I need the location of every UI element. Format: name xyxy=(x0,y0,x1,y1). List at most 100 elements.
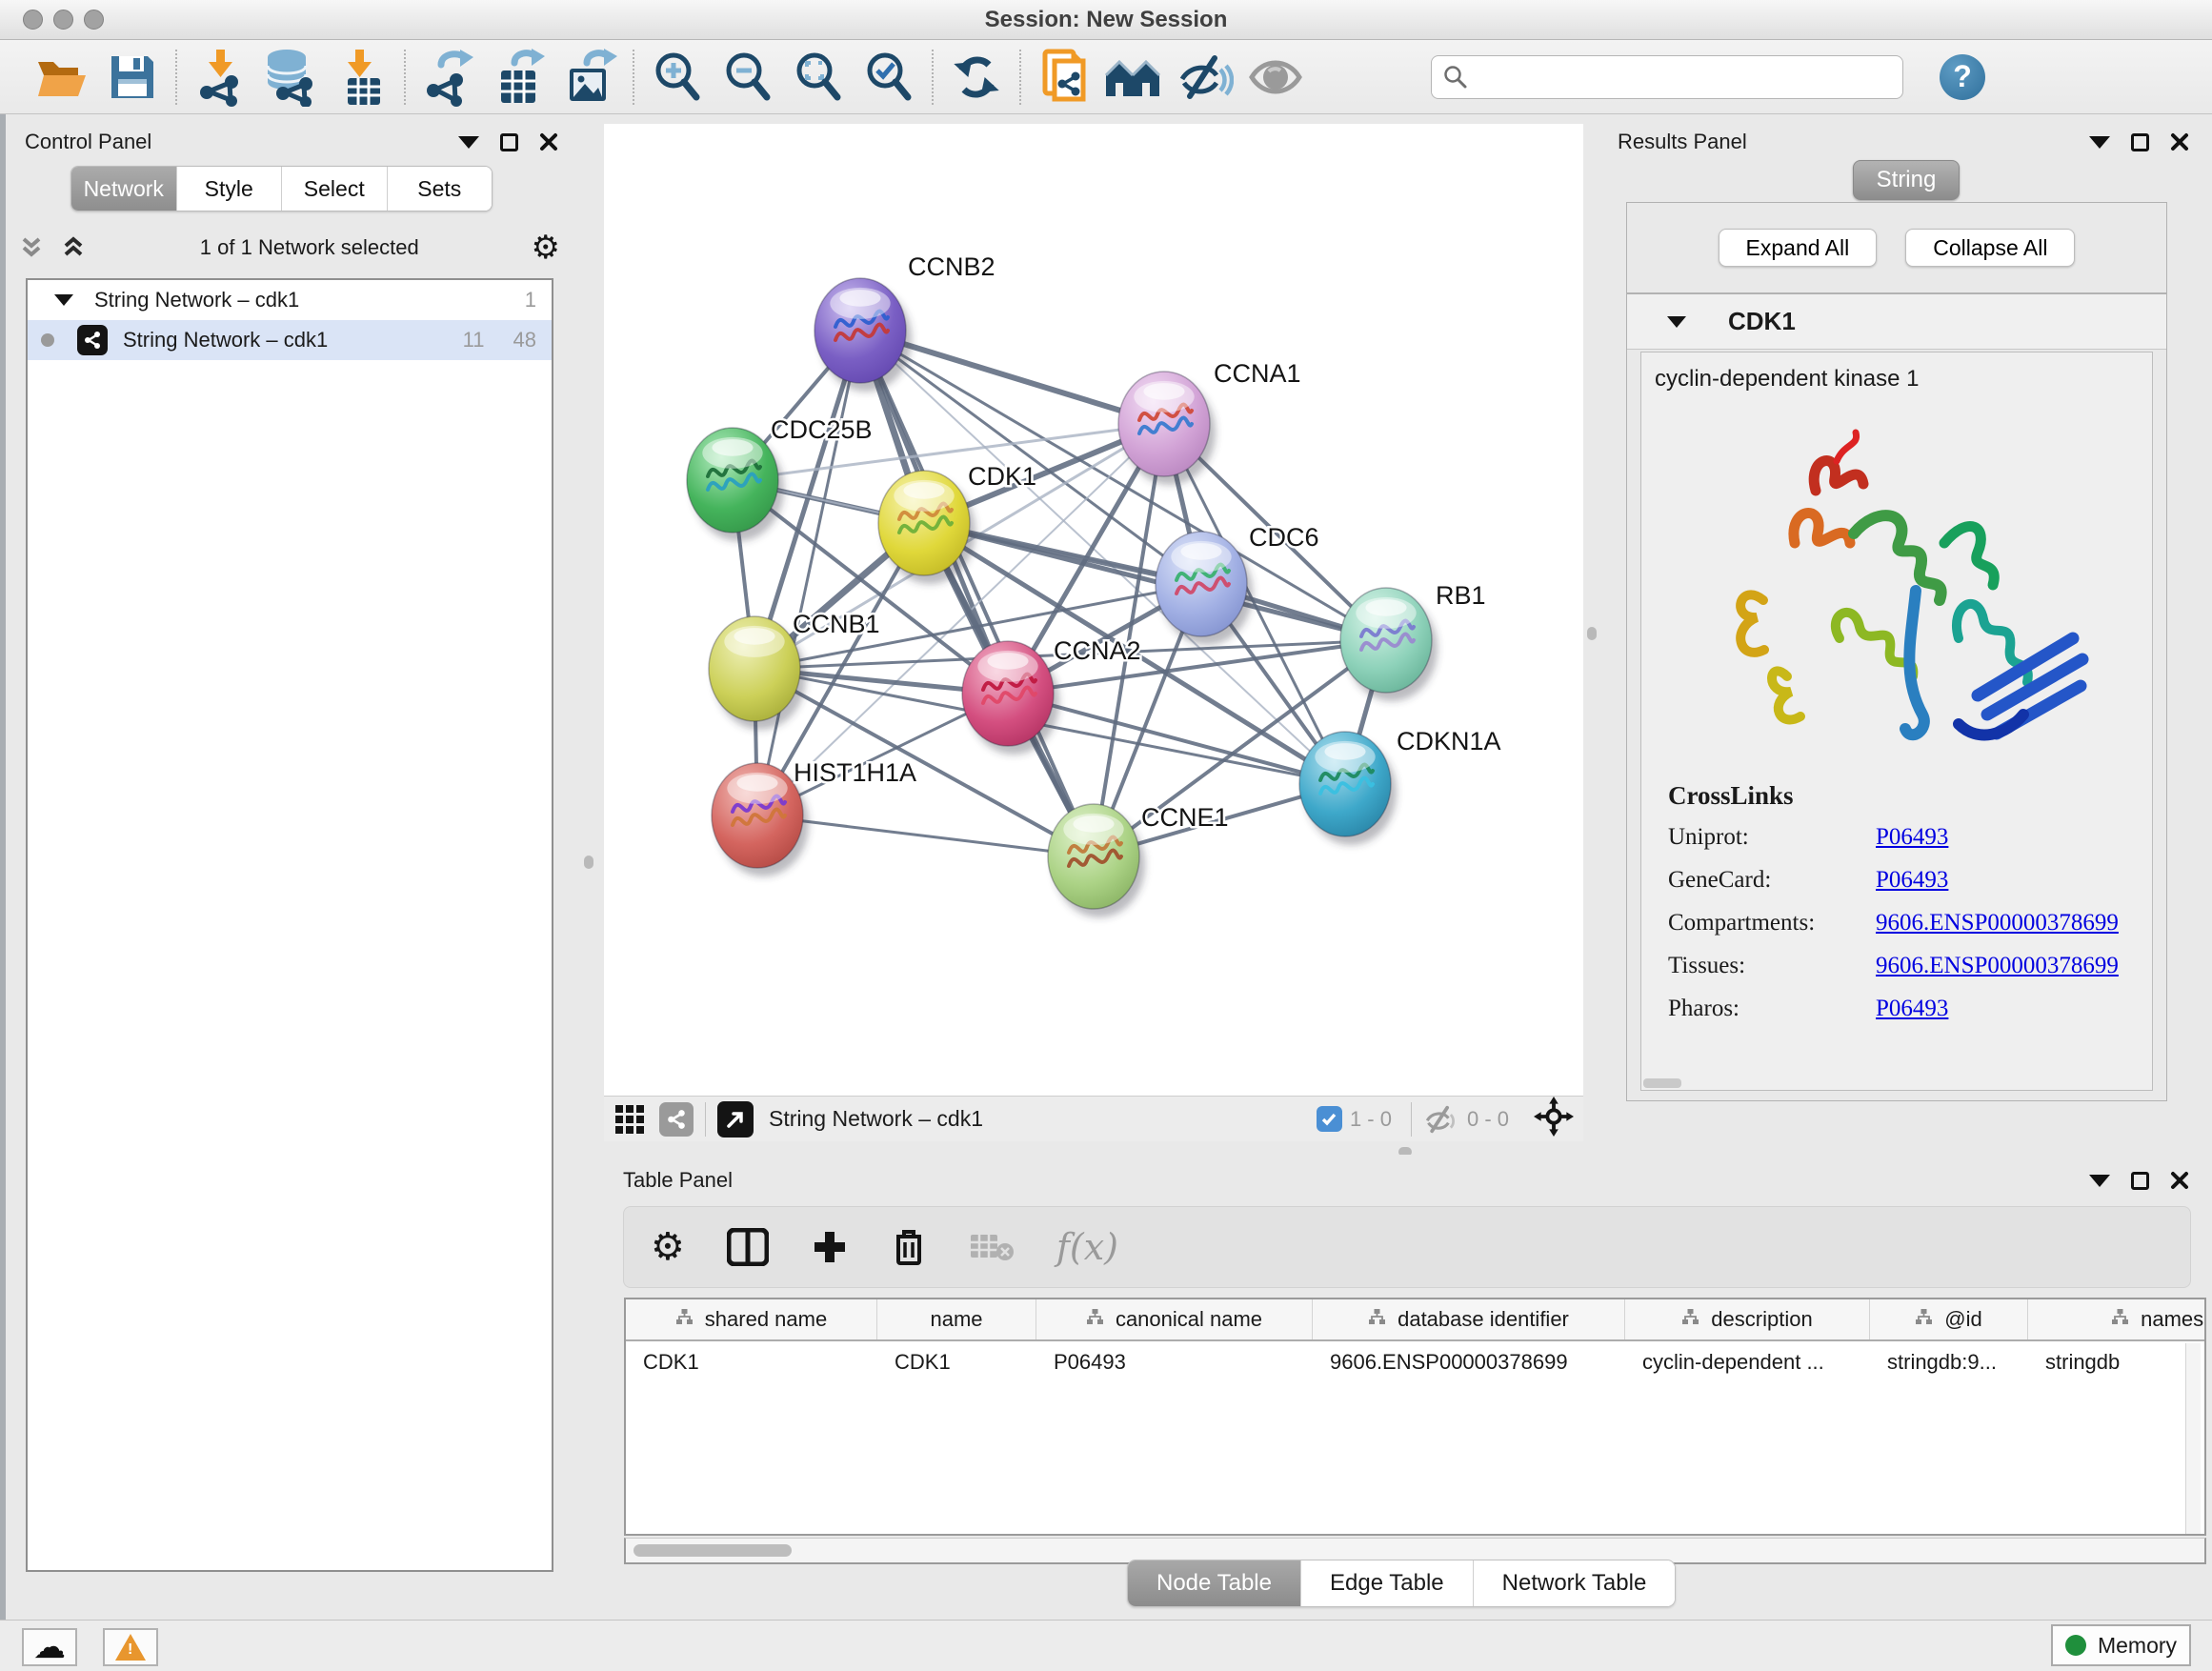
delete-column-button[interactable] xyxy=(891,1227,927,1267)
expand-all-icon[interactable] xyxy=(59,233,88,262)
table-cell[interactable]: CDK1 xyxy=(626,1341,877,1383)
import-network-database-button[interactable] xyxy=(255,47,326,108)
zoom-selected-button[interactable] xyxy=(854,47,924,108)
import-network-file-button[interactable] xyxy=(185,47,255,108)
collapse-all-icon[interactable] xyxy=(17,233,46,262)
tab-node-table[interactable]: Node Table xyxy=(1128,1560,1301,1606)
first-neighbors-button[interactable] xyxy=(1099,47,1170,108)
minimize-window-button[interactable] xyxy=(53,10,73,30)
zoom-in-button[interactable] xyxy=(642,47,713,108)
zoom-window-button[interactable] xyxy=(84,10,104,30)
toolbar-search[interactable] xyxy=(1431,55,1903,99)
column-header-description[interactable]: description xyxy=(1625,1299,1870,1339)
panel-close-icon[interactable] xyxy=(539,132,558,151)
column-header-database-identifier[interactable]: database identifier xyxy=(1313,1299,1625,1339)
panel-close-icon[interactable] xyxy=(2170,1171,2189,1190)
collection-expander-icon[interactable] xyxy=(54,294,73,306)
network-canvas[interactable]: CCNB2CCNA1CDC25BCDK1CDC6RB1CCNB1CCNA2CDK… xyxy=(604,124,1583,1096)
grid-mode-button[interactable] xyxy=(613,1103,646,1136)
panel-float-icon[interactable] xyxy=(2131,133,2149,151)
column-header-canonical-name[interactable]: canonical name xyxy=(1036,1299,1313,1339)
table-cell[interactable]: stringdb xyxy=(2028,1341,2206,1383)
column-header-name[interactable]: name xyxy=(877,1299,1036,1339)
hide-selected-button[interactable] xyxy=(1170,47,1240,108)
network-node-CDC25B[interactable]: CDC25B xyxy=(687,415,873,541)
scrollbar-thumb[interactable] xyxy=(633,1544,792,1557)
gene-expander-icon[interactable] xyxy=(1667,316,1686,328)
crosslink-link[interactable]: P06493 xyxy=(1876,867,1948,894)
network-node-CDKN1A[interactable]: CDKN1A xyxy=(1299,727,1501,845)
panel-float-icon[interactable] xyxy=(500,133,518,151)
network-node-CCNE1[interactable]: CCNE1 xyxy=(1048,803,1229,917)
crosslink-link[interactable]: P06493 xyxy=(1876,996,1948,1022)
birds-eye-toggle-button[interactable] xyxy=(1534,1097,1574,1141)
zoom-out-button[interactable] xyxy=(713,47,783,108)
open-file-button[interactable] xyxy=(27,47,97,108)
save-session-button[interactable] xyxy=(97,47,168,108)
network-node-CDC6[interactable]: CDC6 xyxy=(1156,523,1319,645)
right-splitter-handle[interactable] xyxy=(1587,627,1597,640)
panel-float-icon[interactable] xyxy=(2131,1172,2149,1190)
table-cell[interactable]: P06493 xyxy=(1036,1341,1313,1383)
panel-menu-icon[interactable] xyxy=(2089,136,2110,149)
window-traffic-lights[interactable] xyxy=(23,10,104,30)
tab-style[interactable]: Style xyxy=(177,167,283,211)
show-all-button[interactable] xyxy=(1240,47,1311,108)
memory-button[interactable]: Memory xyxy=(2051,1624,2191,1666)
column-header-shared-name[interactable]: shared name xyxy=(626,1299,877,1339)
column-header-namespace[interactable]: namespace xyxy=(2028,1299,2206,1339)
help-button[interactable]: ? xyxy=(1940,54,1985,100)
table-cell[interactable]: 9606.ENSP00000378699 xyxy=(1313,1341,1625,1383)
search-input[interactable] xyxy=(1468,65,1868,90)
table-settings-gear-icon[interactable]: ⚙ xyxy=(651,1228,685,1266)
network-view-mode-icon[interactable] xyxy=(659,1102,694,1137)
network-snapshot-button[interactable] xyxy=(1029,47,1099,108)
network-collection-row[interactable]: String Network – cdk1 1 xyxy=(28,280,552,320)
panel-close-icon[interactable] xyxy=(2170,132,2189,151)
tab-sets[interactable]: Sets xyxy=(388,167,493,211)
table-cell[interactable]: stringdb:9... xyxy=(1870,1341,2028,1383)
function-builder-button[interactable]: f(x) xyxy=(1056,1226,1118,1268)
collapse-all-button[interactable]: Collapse All xyxy=(1905,229,2075,267)
tab-string[interactable]: String xyxy=(1853,160,1960,200)
tab-select[interactable]: Select xyxy=(282,167,388,211)
export-image-button[interactable] xyxy=(554,47,625,108)
left-splitter-handle[interactable] xyxy=(584,856,593,869)
table-row[interactable]: CDK1CDK1P064939606.ENSP00000378699cyclin… xyxy=(626,1341,2204,1383)
tab-network[interactable]: Network xyxy=(71,167,177,211)
column-header--id[interactable]: @id xyxy=(1870,1299,2028,1339)
crosslink-link[interactable]: P06493 xyxy=(1876,824,1948,851)
table-cell[interactable]: CDK1 xyxy=(877,1341,1036,1383)
delete-table-button[interactable] xyxy=(969,1231,1015,1263)
refresh-button[interactable] xyxy=(941,47,1012,108)
show-columns-button[interactable] xyxy=(727,1228,769,1266)
panel-menu-icon[interactable] xyxy=(2089,1175,2110,1187)
tab-network-table[interactable]: Network Table xyxy=(1474,1560,1676,1606)
zoom-fit-button[interactable] xyxy=(783,47,854,108)
add-column-button[interactable] xyxy=(811,1228,849,1266)
network-node-HIST1H1A[interactable]: HIST1H1A xyxy=(712,758,916,876)
results-scrollbar[interactable] xyxy=(1643,1078,1681,1088)
gene-section-header[interactable]: CDK1 xyxy=(1627,294,2166,350)
expand-all-button[interactable]: Expand All xyxy=(1719,229,1878,267)
table-cell[interactable]: cyclin-dependent ... xyxy=(1625,1341,1870,1383)
tab-edge-table[interactable]: Edge Table xyxy=(1301,1560,1474,1606)
network-node-CDK1[interactable]: CDK1 xyxy=(878,462,1036,584)
network-node-CCNB1[interactable]: CCNB1 xyxy=(709,610,880,730)
detach-view-button[interactable] xyxy=(717,1101,754,1137)
network-node-RB1[interactable]: RB1 xyxy=(1340,581,1486,701)
export-network-button[interactable] xyxy=(413,47,484,108)
crosslink-link[interactable]: 9606.ENSP00000378699 xyxy=(1876,910,2119,936)
import-table-button[interactable] xyxy=(326,47,396,108)
panel-menu-icon[interactable] xyxy=(458,136,479,149)
network-node-CCNB2[interactable]: CCNB2 xyxy=(814,252,995,392)
crosslink-link[interactable]: 9606.ENSP00000378699 xyxy=(1876,953,2119,979)
selected-indicator-checkbox[interactable] xyxy=(1317,1106,1342,1132)
cloud-status-button[interactable]: ☁ xyxy=(22,1628,77,1666)
table-vertical-scrollbar[interactable] xyxy=(2185,1343,2201,1536)
close-window-button[interactable] xyxy=(23,10,43,30)
export-table-button[interactable] xyxy=(484,47,554,108)
network-options-gear-icon[interactable]: ⚙ xyxy=(532,232,560,264)
warnings-button[interactable]: ! xyxy=(103,1628,158,1666)
network-row-selected[interactable]: String Network – cdk1 11 48 xyxy=(28,320,552,360)
